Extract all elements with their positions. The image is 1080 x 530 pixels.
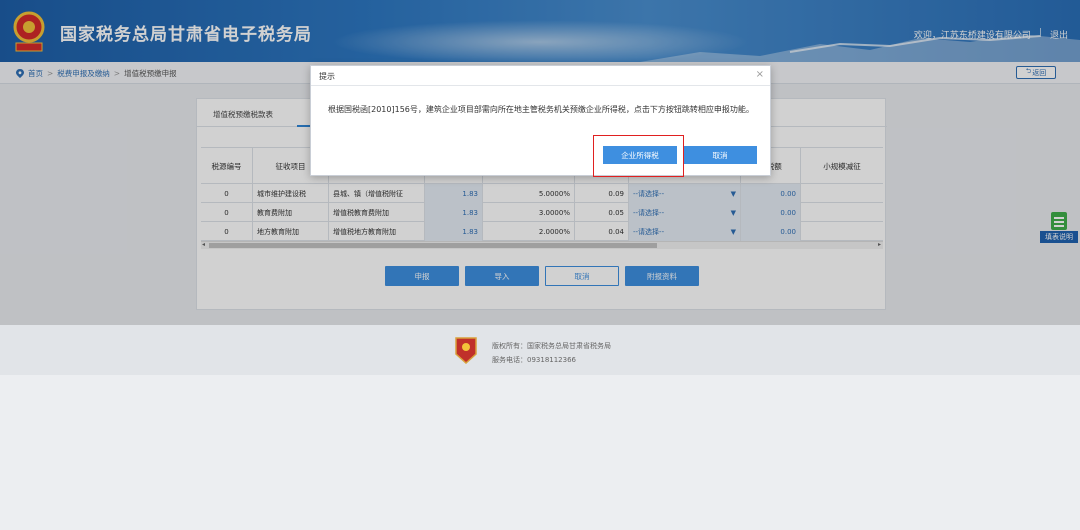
footer: 版权所有：国家税务总局甘肃省税务局 服务电话：09318112366 <box>0 325 1080 375</box>
dialog-title: 提示 <box>319 72 335 81</box>
dialog-cancel-button[interactable]: 取消 <box>683 146 757 164</box>
tax-badge-icon <box>455 337 477 364</box>
footer-copyright: 版权所有：国家税务总局甘肃省税务局 <box>492 342 611 350</box>
page-background <box>0 375 1080 530</box>
close-icon[interactable]: × <box>756 69 764 80</box>
dialog-message: 根据国税函[2010]156号，建筑企业项目部需向所在地主管税务机关预缴企业所得… <box>328 105 754 114</box>
footer-info: 版权所有：国家税务总局甘肃省税务局 服务电话：09318112366 <box>492 339 611 367</box>
highlight-box <box>593 135 684 177</box>
prompt-dialog: 提示 × 根据国税函[2010]156号，建筑企业项目部需向所在地主管税务机关预… <box>310 65 771 176</box>
footer-phone: 服务电话：09318112366 <box>492 356 576 364</box>
dialog-titlebar: 提示 × <box>311 66 770 86</box>
